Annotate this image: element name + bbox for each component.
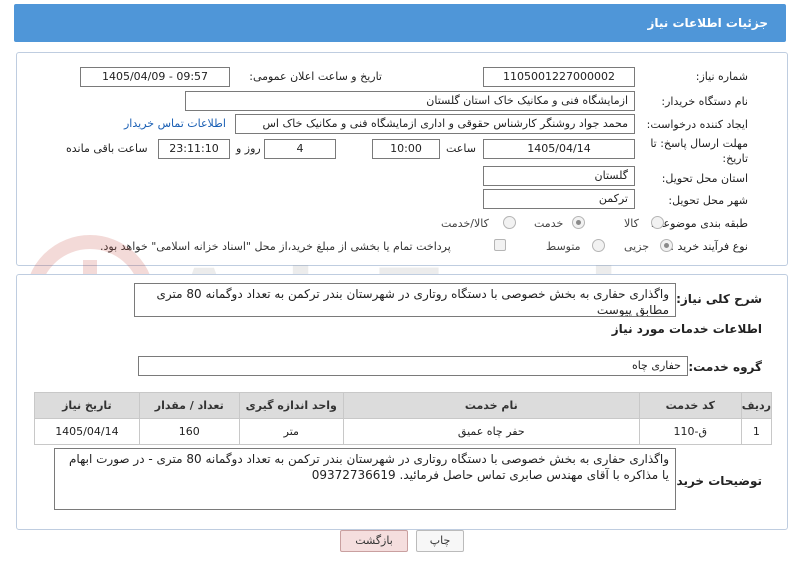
purchase-type-label: نوع فرآیند خرید :	[670, 240, 748, 253]
deadline-label: مهلت ارسال پاسخ: تا تاریخ:	[650, 137, 748, 165]
treasury-payment-checkbox[interactable]	[494, 239, 506, 251]
services-section-title: اطلاعات خدمات مورد نیاز	[611, 322, 762, 336]
cell-qty: 160	[138, 418, 240, 445]
service-group-label: گروه خدمت:	[688, 360, 762, 374]
category-goods-service-radio[interactable]	[503, 216, 516, 229]
province-field[interactable]: گلستان	[483, 166, 635, 186]
category-goods-label: کالا	[624, 217, 639, 230]
announce-datetime-field[interactable]: 1405/04/09 - 09:57	[80, 67, 230, 87]
province-label: استان محل تحویل:	[661, 172, 748, 185]
col-name: نام خدمت	[342, 392, 640, 419]
print-button[interactable]: چاپ	[416, 530, 464, 552]
cell-row: 1	[740, 418, 773, 445]
buyer-org-field[interactable]: ازمایشگاه فنی و مکانیک خاک استان گلستان	[185, 91, 635, 111]
back-button[interactable]: بازگشت	[340, 530, 408, 552]
city-label: شهر محل تحویل:	[668, 194, 748, 207]
days-label: روز و	[236, 142, 261, 155]
category-label: طبقه بندی موضوعی:	[650, 217, 748, 230]
col-date: تاریخ نیاز	[34, 392, 140, 419]
services-table: ردیف کد خدمت نام خدمت واحد اندازه گیری ت…	[34, 392, 773, 445]
announce-datetime-label: تاریخ و ساعت اعلان عمومی:	[249, 70, 382, 83]
cell-code: ق-110	[638, 418, 742, 445]
time-remaining-label: ساعت باقی مانده	[66, 142, 148, 155]
creator-field[interactable]: محمد جواد روشنگر کارشناس حقوقی و اداری ا…	[235, 114, 635, 134]
category-goods-service-label: کالا/خدمت	[441, 217, 489, 230]
cell-name: حفر چاه عمیق	[342, 418, 640, 445]
city-field[interactable]: ترکمن	[483, 189, 635, 209]
purchase-type-medium-radio[interactable]	[592, 239, 605, 252]
deadline-time-label: ساعت	[446, 142, 476, 155]
deadline-time-field[interactable]: 10:00	[372, 139, 440, 159]
category-service-label: خدمت	[534, 217, 564, 230]
purchase-type-medium-label: متوسط	[546, 240, 581, 253]
purchase-type-minor-label: جزیی	[624, 240, 650, 253]
buyer-notes-field[interactable]: واگذاری حفاری به بخش خصوصی با دستگاه روت…	[54, 448, 676, 510]
buyer-org-label: نام دستگاه خریدار:	[661, 95, 748, 108]
deadline-date-field[interactable]: 1405/04/14	[483, 139, 635, 159]
cell-unit: متر	[238, 418, 344, 445]
page-header: جزئیات اطلاعات نیاز	[14, 4, 786, 42]
days-remaining-field[interactable]: 4	[264, 139, 336, 159]
cell-date: 1405/04/14	[34, 418, 140, 445]
col-unit: واحد اندازه گیری	[238, 392, 344, 419]
col-qty: تعداد / مقدار	[138, 392, 240, 419]
table-row: 1 ق-110 حفر چاه عمیق متر 160 1405/04/14	[34, 418, 773, 445]
time-remaining-field[interactable]: 23:11:10	[158, 139, 230, 159]
need-number-label: شماره نیاز:	[695, 70, 748, 83]
col-row: ردیف	[740, 392, 773, 419]
summary-field[interactable]: واگذاری حفاری به بخش خصوصی با دستگاه روت…	[134, 283, 676, 317]
col-code: کد خدمت	[638, 392, 742, 419]
need-number-field[interactable]: 1105001227000002	[483, 67, 635, 87]
creator-label: ایجاد کننده درخواست:	[646, 118, 748, 131]
purchase-type-minor-radio[interactable]	[660, 239, 673, 252]
category-service-radio[interactable]	[572, 216, 585, 229]
services-table-header: ردیف کد خدمت نام خدمت واحد اندازه گیری ت…	[34, 392, 773, 419]
buyer-contact-link[interactable]: اطلاعات تماس خریدار	[124, 117, 226, 130]
category-goods-radio[interactable]	[651, 216, 664, 229]
treasury-payment-note: پرداخت تمام یا بخشی از مبلغ خرید،از محل …	[100, 240, 451, 253]
page-title: جزئیات اطلاعات نیاز	[647, 16, 768, 30]
summary-label: شرح کلی نیاز:	[676, 292, 762, 306]
service-group-field[interactable]: حفاری چاه	[138, 356, 688, 376]
